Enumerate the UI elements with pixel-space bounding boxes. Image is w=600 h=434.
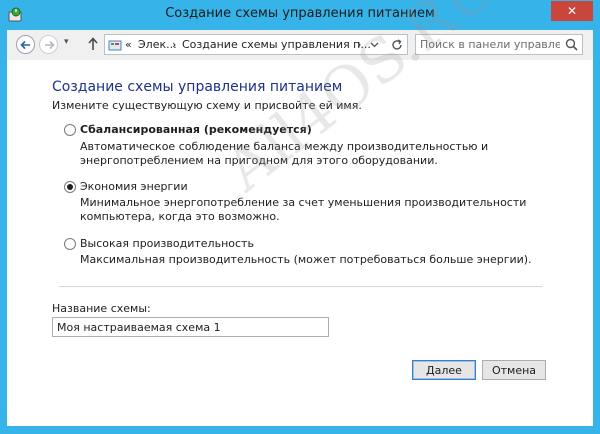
radio-power-saver[interactable] bbox=[64, 181, 76, 193]
address-overflow-chevron[interactable]: « bbox=[125, 38, 132, 51]
arrow-left-icon bbox=[20, 40, 30, 50]
close-icon: ✕ bbox=[566, 4, 578, 18]
control-panel-icon bbox=[108, 38, 122, 55]
refresh-button[interactable] bbox=[389, 37, 405, 53]
plan-name-label: Название схемы: bbox=[52, 302, 151, 315]
option-label-balanced[interactable]: Сбалансированная (рекомендуется) bbox=[80, 123, 312, 136]
address-bar[interactable]: « Элек... › Создание схемы управления п.… bbox=[104, 34, 408, 55]
window-title: Создание схемы управления питанием bbox=[165, 6, 435, 21]
title-bar[interactable]: Создание схемы управления питанием ✕ bbox=[0, 0, 600, 30]
recent-locations-dropdown[interactable]: ▾ bbox=[64, 37, 69, 47]
radio-high-performance[interactable] bbox=[64, 238, 76, 250]
address-dropdown-button[interactable] bbox=[368, 37, 381, 52]
radio-balanced[interactable] bbox=[64, 124, 76, 136]
search-box[interactable] bbox=[415, 34, 583, 55]
page-subtitle: Измените существующую схему и присвойте … bbox=[52, 99, 362, 112]
chevron-down-icon bbox=[370, 42, 379, 48]
arrow-up-icon bbox=[88, 37, 98, 50]
breadcrumb-control-panel[interactable]: Элек... bbox=[138, 38, 177, 51]
breadcrumb-separator-2[interactable]: › bbox=[357, 38, 361, 51]
search-input[interactable] bbox=[420, 37, 560, 52]
option-description-high-performance: Максимальная производительность (может п… bbox=[80, 253, 532, 266]
option-label-power-saver[interactable]: Экономия энергии bbox=[80, 180, 188, 193]
arrow-right-icon bbox=[45, 40, 55, 50]
breadcrumb-separator[interactable]: › bbox=[172, 38, 176, 51]
option-description-power-saver: Минимальное энергопотребление за счет ум… bbox=[80, 196, 527, 223]
refresh-icon bbox=[392, 39, 402, 50]
divider bbox=[59, 286, 542, 287]
option-description-balanced: Автоматическое соблюдение баланса между … bbox=[80, 140, 489, 167]
page-title: Создание схемы управления питанием bbox=[52, 79, 343, 95]
search-icon[interactable] bbox=[565, 38, 578, 54]
up-button[interactable] bbox=[87, 37, 99, 54]
forward-button[interactable] bbox=[39, 35, 58, 54]
cancel-button[interactable]: Отмена bbox=[482, 360, 546, 380]
breadcrumb-create-plan[interactable]: Создание схемы управления п... bbox=[182, 38, 371, 51]
plan-name-field[interactable] bbox=[52, 317, 329, 337]
back-button[interactable] bbox=[16, 35, 35, 54]
power-plan-window: Создание схемы управления питанием ✕ ▾ «… bbox=[0, 0, 600, 434]
next-button[interactable]: Далее bbox=[412, 360, 476, 380]
option-label-high-performance[interactable]: Высокая производительность bbox=[80, 237, 254, 250]
close-button[interactable]: ✕ bbox=[551, 1, 593, 21]
navigation-bar: ▾ « Элек... › Создание схемы управления … bbox=[7, 30, 593, 60]
client-area: ▾ « Элек... › Создание схемы управления … bbox=[7, 0, 593, 426]
